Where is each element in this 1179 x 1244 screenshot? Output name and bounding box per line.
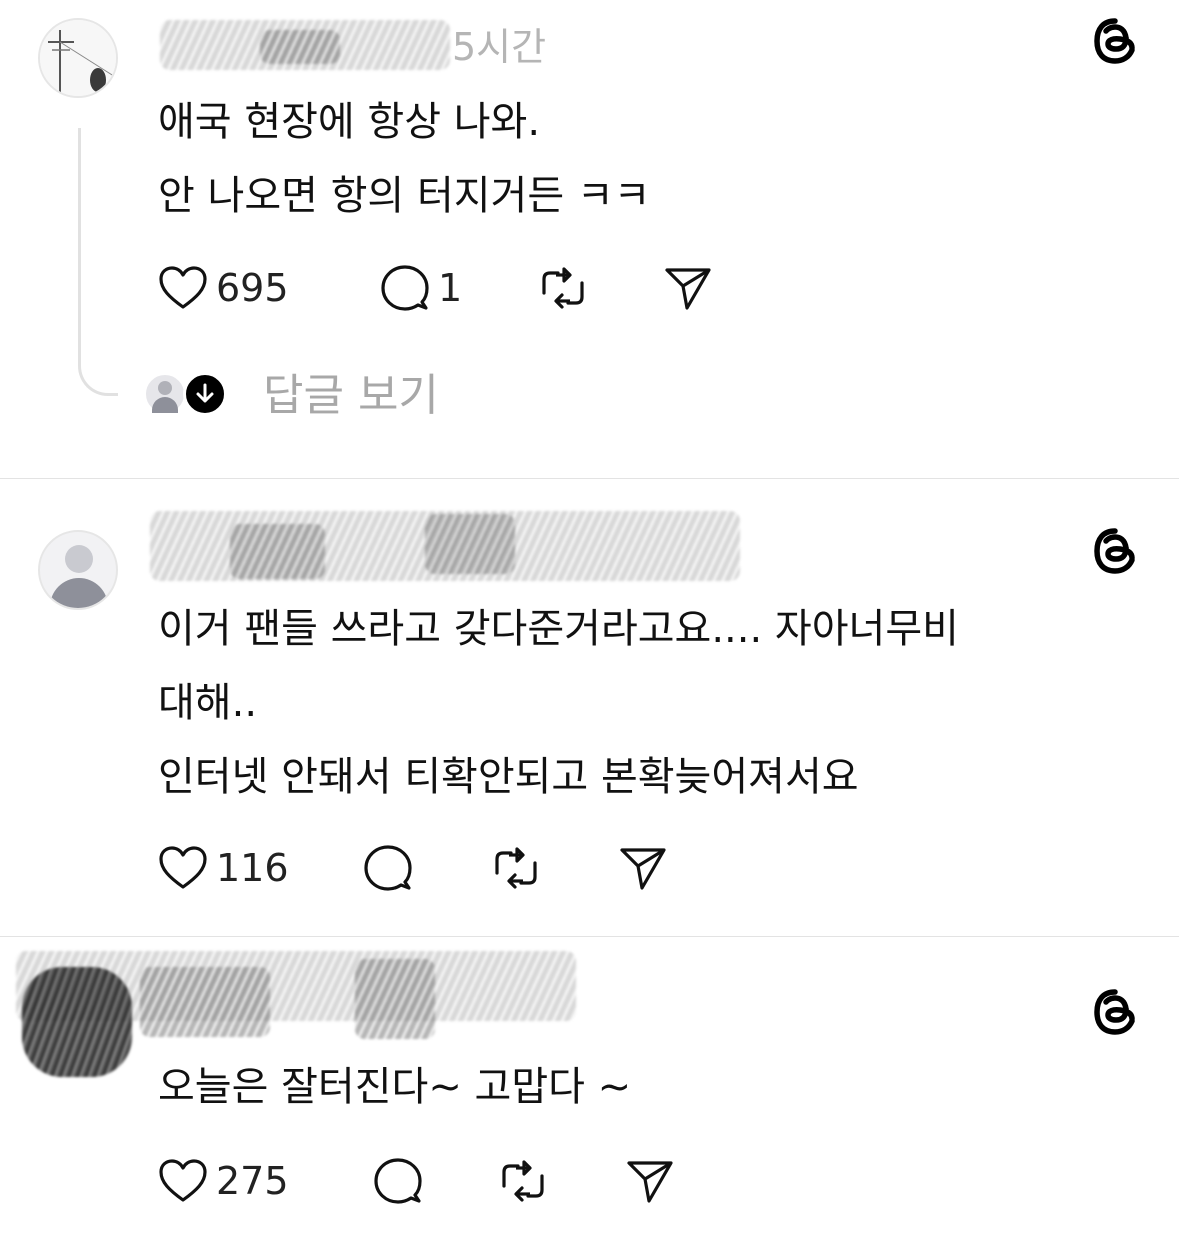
reply-button[interactable]: 1 xyxy=(380,263,462,313)
threads-logo-icon[interactable] xyxy=(1090,987,1140,1037)
avatar-photo xyxy=(40,20,116,96)
reply-avatar xyxy=(143,372,187,416)
repost-icon xyxy=(502,1160,544,1202)
reply-button[interactable] xyxy=(363,843,413,893)
share-button[interactable] xyxy=(618,843,668,893)
reply-count: 1 xyxy=(438,266,463,310)
repost-button[interactable] xyxy=(498,1156,548,1206)
heart-icon xyxy=(159,1159,207,1202)
avatar[interactable] xyxy=(38,18,118,98)
post-text-line: 오늘은 잘터진다~ 고맙다 ~ xyxy=(158,1064,632,1110)
post-body: 오늘은 잘터진다~ 고맙다 ~ xyxy=(158,1050,1109,1124)
threads-logo-icon[interactable] xyxy=(1090,16,1140,66)
post-1: 5시간 애국 현장에 항상 나와. 안 나오면 항의 터지거든 ㅋㅋ 695 1 xyxy=(0,0,1179,478)
post-body: 애국 현장에 항상 나와. 안 나오면 항의 터지거든 ㅋㅋ xyxy=(158,85,1109,233)
username-redacted xyxy=(230,524,325,579)
share-button[interactable] xyxy=(663,263,713,313)
post-actions: 695 1 xyxy=(158,263,958,313)
view-replies-button[interactable]: 답글 보기 xyxy=(143,369,543,423)
like-count: 116 xyxy=(216,846,289,890)
avatar-redacted xyxy=(22,967,132,1077)
post-body: 이거 팬들 쓰라고 갖다준거라고요.... 자아너무비 대해.. 인터넷 안돼서… xyxy=(158,592,1109,814)
post-text-line: 대해.. xyxy=(158,680,258,726)
post-actions: 275 xyxy=(158,1156,958,1206)
heart-icon xyxy=(159,266,207,309)
repost-icon xyxy=(495,847,537,889)
comment-icon xyxy=(364,845,412,891)
like-button[interactable]: 116 xyxy=(158,843,289,893)
post-timestamp: 5시간 xyxy=(452,25,547,69)
repost-icon xyxy=(542,267,584,309)
like-count: 275 xyxy=(216,1159,289,1203)
post-text-line: 안 나오면 항의 터지거든 ㅋㅋ xyxy=(158,173,651,219)
share-button[interactable] xyxy=(625,1156,675,1206)
avatar[interactable] xyxy=(38,530,118,610)
thread-connector-line xyxy=(78,128,118,396)
like-button[interactable]: 275 xyxy=(158,1156,289,1206)
arrow-down-icon xyxy=(183,372,227,416)
send-icon xyxy=(665,268,711,310)
like-count: 695 xyxy=(216,266,289,310)
reply-button[interactable] xyxy=(373,1156,423,1206)
view-replies-label: 답글 보기 xyxy=(263,370,439,421)
post-text-line: 애국 현장에 항상 나와. xyxy=(158,99,541,145)
username-redacted xyxy=(260,30,340,64)
repost-button[interactable] xyxy=(491,843,541,893)
post-text-line: 인터넷 안돼서 티확안되고 본확늦어져서요 xyxy=(158,754,859,800)
send-icon xyxy=(627,1161,673,1203)
like-button[interactable]: 695 xyxy=(158,263,289,313)
send-icon xyxy=(620,848,666,890)
username-redacted xyxy=(140,967,270,1037)
comment-icon xyxy=(381,265,429,311)
post-actions: 116 xyxy=(158,843,958,893)
threads-logo-icon[interactable] xyxy=(1090,526,1140,576)
repost-button[interactable] xyxy=(538,263,588,313)
username-redacted xyxy=(355,959,435,1039)
post-text-line: 이거 팬들 쓰라고 갖다준거라고요.... 자아너무비 xyxy=(158,606,959,652)
comment-icon xyxy=(374,1158,422,1204)
post-3: 오늘은 잘터진다~ 고맙다 ~ 275 xyxy=(0,937,1179,1244)
heart-icon xyxy=(159,846,207,889)
post-2: 이거 팬들 쓰라고 갖다준거라고요.... 자아너무비 대해.. 인터넷 안돼서… xyxy=(0,479,1179,936)
username-redacted xyxy=(425,514,515,574)
